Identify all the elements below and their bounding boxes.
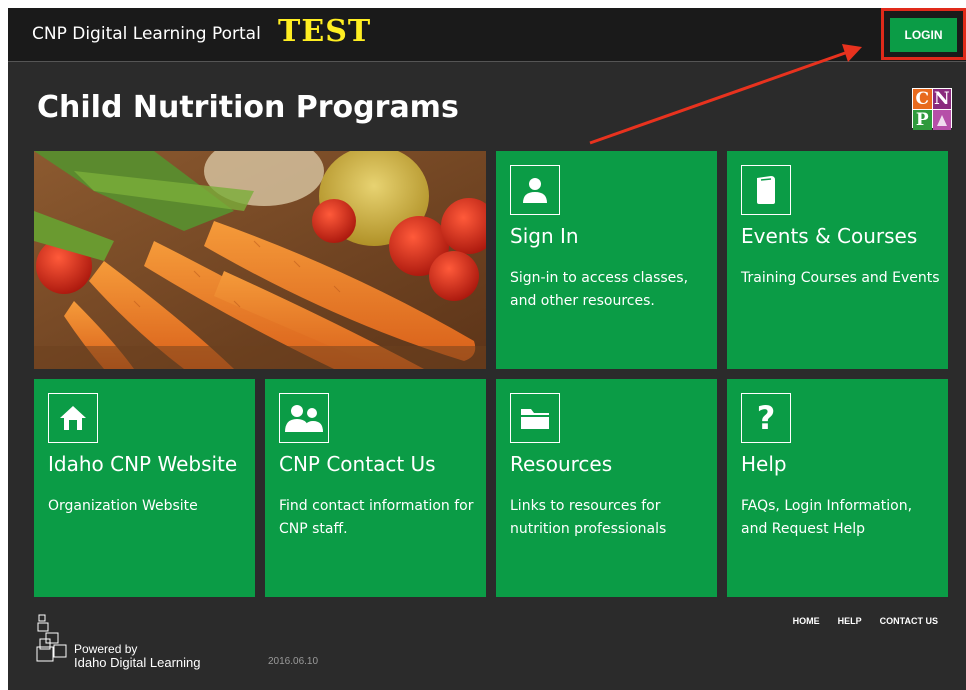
- login-button[interactable]: LOGIN: [890, 18, 957, 52]
- footer-link-home[interactable]: HOME: [793, 616, 820, 626]
- footer-link-help[interactable]: HELP: [838, 616, 862, 626]
- tile-title: Events & Courses: [741, 224, 918, 248]
- tile-idaho-cnp-website[interactable]: Idaho CNP Website Organization Website: [34, 379, 255, 597]
- hero-image: [34, 151, 486, 369]
- tile-events-courses[interactable]: Events & Courses Training Courses and Ev…: [727, 151, 948, 369]
- page-title: Child Nutrition Programs: [37, 90, 459, 125]
- tile-title: Sign In: [510, 224, 579, 248]
- logo-letter-n: N: [932, 89, 951, 109]
- vegetables-image: [34, 151, 486, 369]
- person-icon: [510, 165, 560, 215]
- tile-help[interactable]: ? Help FAQs, Login Information, and Requ…: [727, 379, 948, 597]
- book-icon: [741, 165, 791, 215]
- tile-description: Find contact information for CNP staff.: [279, 498, 474, 537]
- home-icon: [48, 393, 98, 443]
- logo-letter-c: C: [913, 89, 932, 109]
- logo-letter-p: P: [913, 110, 932, 130]
- tile-description: Organization Website: [48, 498, 198, 514]
- tile-description: Training Courses and Events: [741, 270, 940, 286]
- footer-nav: HOME HELP CONTACT US: [793, 616, 938, 626]
- people-icon: [279, 393, 329, 443]
- powered-by-text: Powered by Idaho Digital Learning: [74, 643, 201, 670]
- question-icon: ?: [741, 393, 791, 443]
- powered-by-org: Idaho Digital Learning: [74, 655, 201, 670]
- version-label: 2016.06.10: [268, 656, 319, 667]
- cnp-logo: C N P: [912, 88, 952, 130]
- tile-title: CNP Contact Us: [279, 452, 436, 476]
- footer-link-contact-us[interactable]: CONTACT US: [880, 616, 938, 626]
- tile-title: Idaho CNP Website: [48, 452, 238, 476]
- app-frame: CNP Digital Learning Portal TEST Child N…: [8, 8, 966, 690]
- tile-description: FAQs, Login Information, and Request Hel…: [741, 498, 913, 537]
- portal-title[interactable]: CNP Digital Learning Portal: [32, 24, 261, 44]
- tile-description: Links to resources for nutrition profess…: [510, 498, 667, 537]
- tile-sign-in[interactable]: Sign In Sign-in to access classes, and o…: [496, 151, 717, 369]
- folder-icon: [510, 393, 560, 443]
- tile-cnp-contact-us[interactable]: CNP Contact Us Find contact information …: [265, 379, 486, 597]
- tile-title: Resources: [510, 452, 613, 476]
- tile-resources[interactable]: Resources Links to resources for nutriti…: [496, 379, 717, 597]
- top-bar: CNP Digital Learning Portal TEST: [8, 8, 966, 62]
- test-label: TEST: [278, 14, 372, 49]
- tile-title: Help: [741, 452, 787, 476]
- tile-description: Sign-in to access classes, and other res…: [510, 270, 689, 309]
- logo-figure: [932, 110, 951, 130]
